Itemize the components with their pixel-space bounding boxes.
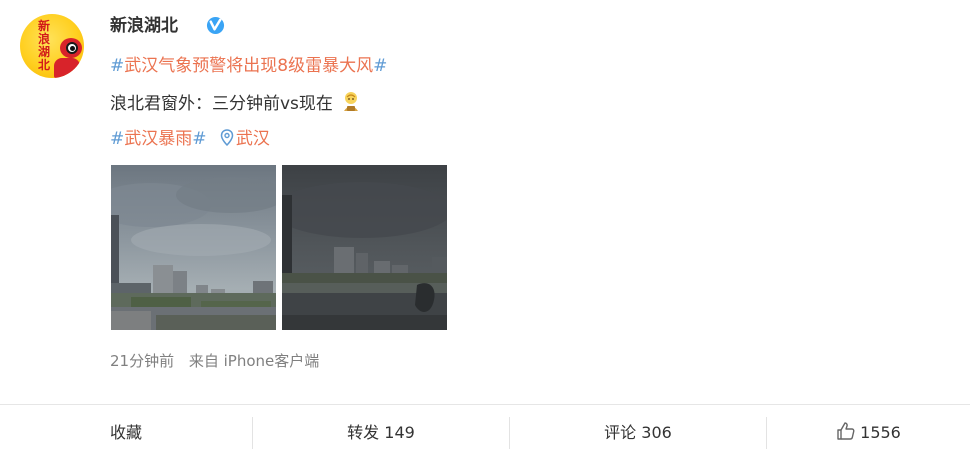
post-photo-2[interactable]: [282, 165, 447, 330]
pupil-icon: [70, 46, 75, 51]
post-source[interactable]: 来自 iPhone客户端: [189, 352, 319, 370]
thumbs-up-icon: [837, 422, 855, 440]
storm-sky-photo: [282, 165, 447, 330]
favorite-button[interactable]: 收藏: [0, 405, 252, 461]
verified-badge-icon: [206, 16, 225, 35]
post-body-text: 浪北君窗外：三分钟前vs现在: [110, 94, 333, 114]
like-button[interactable]: 1556: [767, 405, 970, 461]
avatar[interactable]: 新 浪 湖 北: [20, 14, 84, 78]
tags-line: #武汉暴雨# 武汉: [110, 127, 270, 151]
post-meta: 21分钟前 来自 iPhone客户端: [110, 350, 319, 372]
topic-hash-open: #: [110, 56, 125, 76]
topic-hash-close: #: [373, 56, 388, 76]
location-pin-icon: [220, 129, 234, 146]
comment-label: 评论: [604, 423, 637, 442]
action-bar: 收藏 转发 149 评论 306 1556: [0, 404, 970, 461]
repost-button[interactable]: 转发 149: [253, 405, 509, 461]
username[interactable]: 新浪湖北: [110, 14, 178, 38]
repost-count: 149: [384, 423, 415, 442]
post-body: 浪北君窗外：三分钟前vs现在: [110, 91, 361, 116]
post-photo-1[interactable]: [111, 165, 276, 330]
emoji-icon: [344, 92, 359, 111]
comment-button[interactable]: 评论 306: [510, 405, 766, 461]
like-count: 1556: [860, 423, 901, 442]
avatar-logo-text: 新 浪 湖 北: [37, 19, 50, 72]
repost-label: 转发: [347, 423, 380, 442]
cloudy-sky-photo: [111, 165, 276, 330]
avatar-logo-body: [54, 58, 80, 78]
post-time[interactable]: 21分钟前: [110, 352, 174, 370]
topic-link[interactable]: #武汉气象预警将出现8级雷暴大风#: [110, 54, 387, 78]
tag-link[interactable]: #武汉暴雨#: [110, 129, 207, 149]
favorite-label: 收藏: [109, 423, 142, 442]
topic-text: 武汉气象预警将出现8级雷暴大风: [124, 56, 374, 76]
comment-count: 306: [641, 423, 672, 442]
location-link[interactable]: 武汉: [236, 129, 270, 149]
